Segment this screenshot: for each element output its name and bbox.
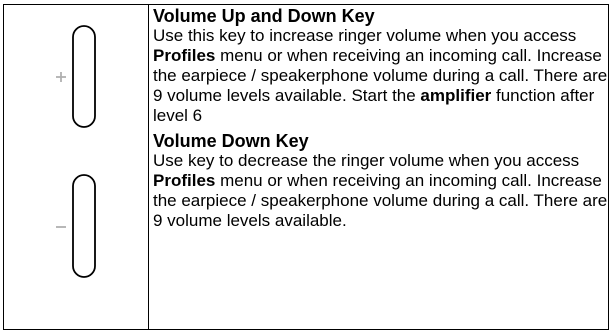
body-text: Use key to decrease the ringer volume wh… — [153, 151, 580, 170]
profiles-term: Profiles — [153, 171, 216, 190]
side-keys-illustration — [56, 25, 96, 278]
volume-up-side-key-icon — [72, 25, 96, 128]
section-title: Volume Up and Down Key — [153, 6, 375, 26]
description-cell: Volume Up and Down Key Use this key to i… — [149, 5, 608, 329]
amplifier-term: amplifier — [420, 86, 492, 105]
profiles-term: Profiles — [153, 46, 216, 65]
section-body: Use this key to increase ringer volume w… — [153, 26, 608, 126]
volume-down-section: Volume Down Key Use key to decrease the … — [153, 131, 608, 231]
key-description-table: Volume Up and Down Key Use this key to i… — [3, 4, 609, 330]
body-text: menu or when receiving an incoming call.… — [153, 171, 608, 230]
body-text: Use this key to increase ringer volume w… — [153, 26, 577, 45]
volume-down-side-key-icon — [72, 174, 96, 278]
section-title: Volume Down Key — [153, 131, 309, 151]
section-body: Use key to decrease the ringer volume wh… — [153, 151, 608, 231]
plus-icon — [56, 72, 66, 82]
key-illustration-cell — [4, 5, 149, 329]
volume-up-down-section: Volume Up and Down Key Use this key to i… — [153, 6, 608, 126]
